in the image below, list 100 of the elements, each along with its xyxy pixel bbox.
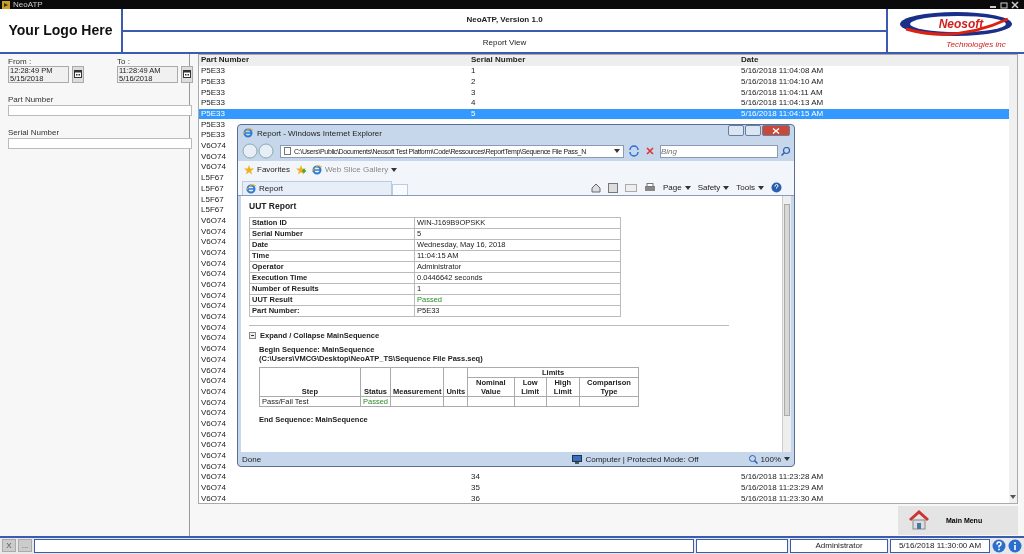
table-cell: 3 xyxy=(471,87,476,97)
calendar-button[interactable] xyxy=(72,65,84,83)
table-cell: P5E33 xyxy=(201,66,226,76)
table-cell: V6O74 xyxy=(201,429,226,439)
app-title: NeoATP, Version 1.0 xyxy=(123,9,886,33)
table-cell: V6O74 xyxy=(201,258,226,268)
minimize-button[interactable] xyxy=(728,125,744,136)
restore-icon[interactable] xyxy=(999,0,1009,9)
menu-button[interactable]: Page xyxy=(662,183,691,192)
table-cell: L5F67 xyxy=(201,183,224,193)
logo-placeholder-text: Your Logo Here xyxy=(8,21,113,41)
maximize-button[interactable] xyxy=(745,125,761,136)
browser-icon xyxy=(311,164,322,175)
table-cell: 5/16/2018 11:04:15 AM xyxy=(741,109,824,119)
column-header[interactable]: Part Number xyxy=(199,55,469,66)
home-icon[interactable] xyxy=(590,182,601,193)
status-text: Done xyxy=(242,454,263,464)
zoom-button[interactable]: 100% xyxy=(748,454,790,464)
close-button[interactable] xyxy=(762,125,790,136)
calendar-button[interactable] xyxy=(181,65,193,83)
refresh-icon[interactable] xyxy=(628,145,640,157)
table-cell: P5E33 xyxy=(201,98,226,108)
table-cell: 5/16/2018 11:04:08 AM xyxy=(741,66,824,76)
table-cell: 5/16/2018 11:23:30 AM xyxy=(741,493,824,503)
text-field[interactable] xyxy=(8,137,192,149)
table-cell: V6O74 xyxy=(201,162,226,172)
feed-icon[interactable] xyxy=(607,182,618,193)
scroll-down-icon[interactable] xyxy=(1010,494,1016,500)
table-cell: 2 xyxy=(471,76,476,86)
table-cell: P5E33 xyxy=(201,87,226,97)
table-cell: V6O74 xyxy=(201,354,226,364)
dropdown-icon xyxy=(684,185,691,190)
help-icon[interactable] xyxy=(771,182,782,193)
status-button[interactable]: X xyxy=(2,539,16,553)
house-icon xyxy=(908,510,930,531)
table-cell: V6O74 xyxy=(201,290,226,300)
table-cell: 5/16/2018 11:04:13 AM xyxy=(741,98,824,108)
dropdown-icon xyxy=(614,149,620,153)
table-cell: V6O74 xyxy=(201,397,226,407)
stop-icon[interactable] xyxy=(644,145,656,157)
table-cell: P5E33 xyxy=(201,130,226,140)
field-label: Serial Number xyxy=(8,127,61,137)
status-button[interactable]: ... xyxy=(18,539,32,553)
table-cell: L5F67 xyxy=(201,173,224,183)
favorites-button[interactable]: Favorites xyxy=(244,164,290,175)
magnifier-icon xyxy=(748,454,758,464)
dropdown-icon xyxy=(784,457,790,461)
table-cell: V6O74 xyxy=(201,483,226,493)
help-icon[interactable] xyxy=(992,538,1006,553)
column-header[interactable]: Date xyxy=(739,55,1009,66)
info-icon[interactable] xyxy=(1008,538,1022,553)
dropdown-icon xyxy=(723,185,730,190)
table-cell: V6O74 xyxy=(201,280,226,290)
page-icon xyxy=(284,147,291,155)
table-cell: 5/16/2018 11:04:11 AM xyxy=(741,87,823,97)
table-cell: V6O74 xyxy=(201,312,226,322)
dropdown-icon xyxy=(758,185,764,190)
browser-icon xyxy=(246,183,256,194)
table-cell: L5F67 xyxy=(201,205,224,215)
star-icon xyxy=(244,164,254,175)
field-label: To : xyxy=(117,56,131,66)
datetime-label: 5/16/2018 11:30:00 AM xyxy=(890,538,990,553)
table-cell: L5F67 xyxy=(201,194,224,204)
table-cell: V6O74 xyxy=(201,151,226,161)
table-cell: 34 xyxy=(471,472,480,482)
browser-tab[interactable]: Report xyxy=(242,181,392,195)
dropdown-icon xyxy=(391,167,398,172)
column-header[interactable]: Serial Number xyxy=(469,55,739,66)
table-cell: 5/16/2018 11:23:28 AM xyxy=(741,472,824,482)
table-cell: 1 xyxy=(471,66,476,76)
search-icon[interactable] xyxy=(781,146,790,156)
collapse-icon[interactable] xyxy=(249,332,256,339)
scroll-thumb[interactable] xyxy=(784,204,790,416)
security-zone: Computer | Protected Mode: Off xyxy=(572,454,699,464)
table-cell: P5E33 xyxy=(201,119,226,129)
window-title: NeoATP xyxy=(13,0,44,10)
table-cell: V6O74 xyxy=(201,386,226,396)
table-cell: 5/16/2018 11:23:29 AM xyxy=(741,483,824,493)
calendar-icon xyxy=(183,70,191,79)
menu-button[interactable]: Tools xyxy=(736,183,764,192)
printer-icon[interactable] xyxy=(643,182,656,193)
table-cell: V6O74 xyxy=(201,440,226,450)
table-cell: V6O74 xyxy=(201,269,226,279)
search-field[interactable]: Bing xyxy=(660,144,778,158)
calendar-icon xyxy=(74,70,82,79)
table-cell: V6O74 xyxy=(201,408,226,418)
table-cell: V6O74 xyxy=(201,237,226,247)
computer-icon xyxy=(572,454,583,464)
table-cell: V6O74 xyxy=(201,365,226,375)
table-cell: V6O74 xyxy=(201,322,226,332)
table-cell: 36 xyxy=(471,493,480,503)
close-icon[interactable] xyxy=(1010,0,1020,9)
window-title: Report - Windows Internet Explorer xyxy=(257,128,383,138)
text-field[interactable] xyxy=(8,104,192,116)
table-cell: V6O74 xyxy=(201,418,226,428)
brand-name: Neosoft xyxy=(938,17,984,32)
menu-button[interactable]: Safety xyxy=(697,183,730,192)
add-favorite-icon[interactable] xyxy=(295,164,306,175)
web-slice-link[interactable]: Web Slice Gallery xyxy=(311,164,398,175)
brand-tagline: Technologies inc xyxy=(946,40,1006,50)
